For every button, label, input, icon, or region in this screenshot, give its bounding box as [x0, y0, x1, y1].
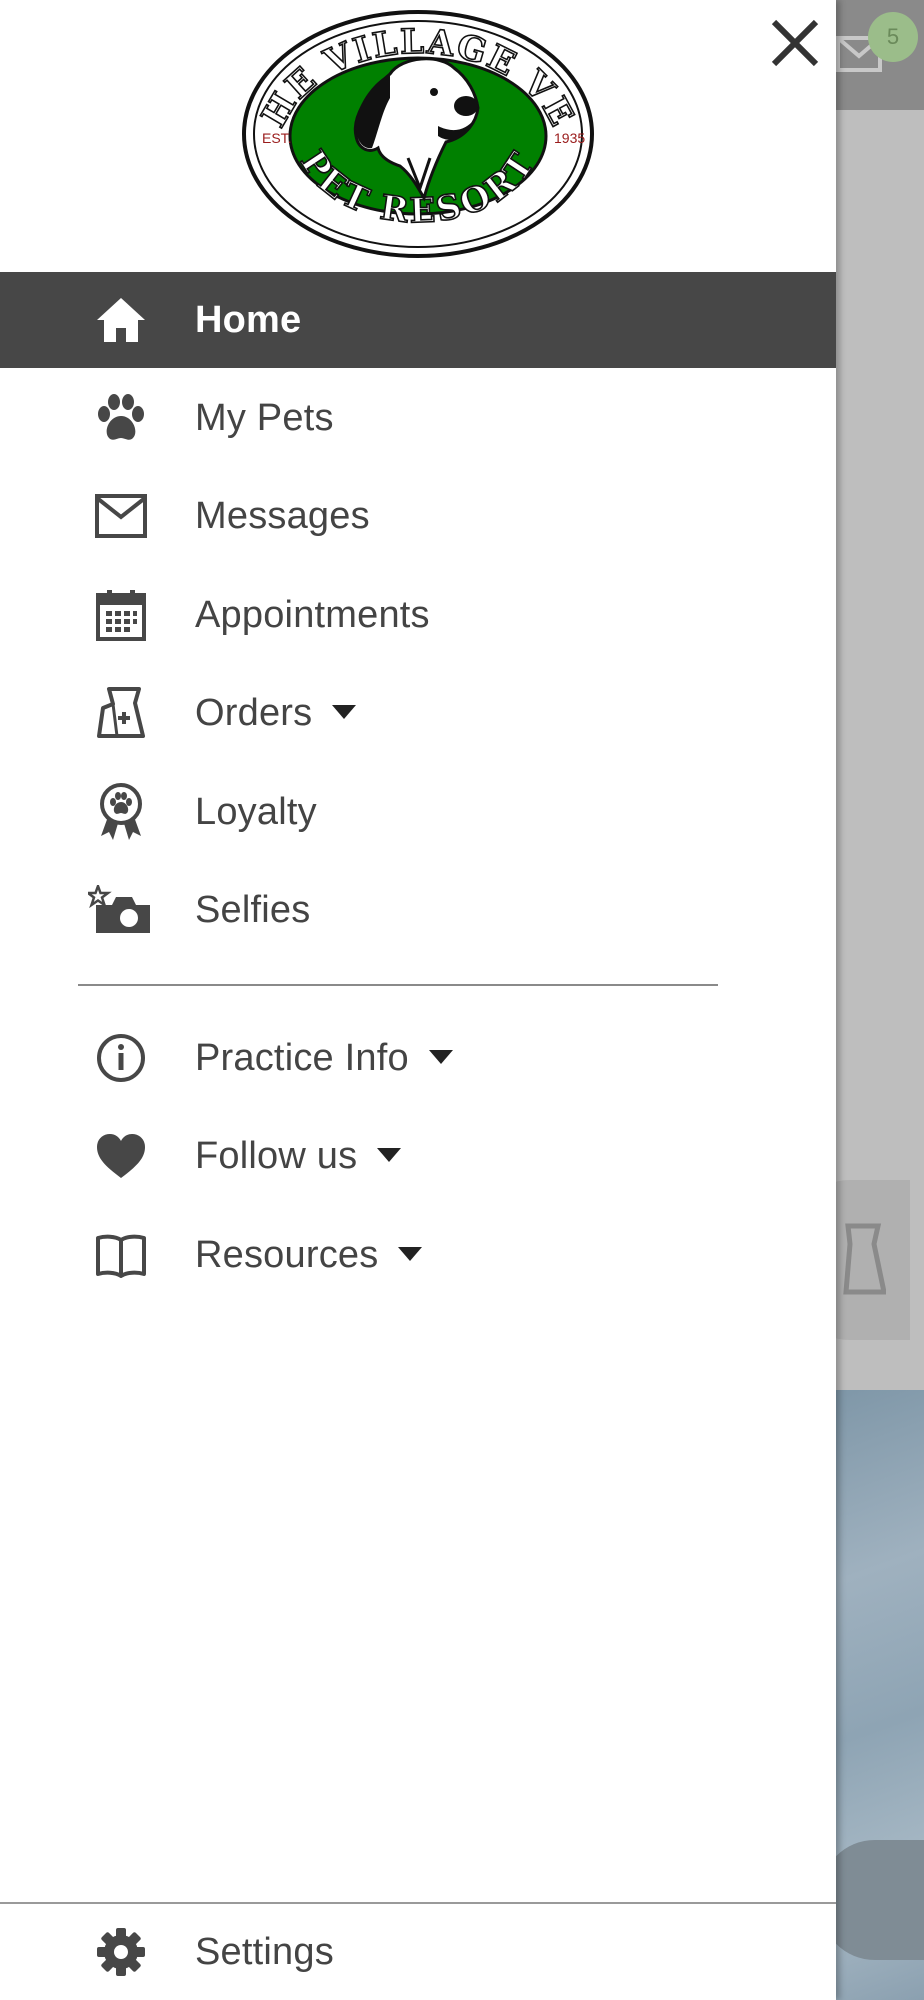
background-mail-badge: 5 — [868, 12, 918, 62]
envelope-icon — [92, 487, 150, 545]
menu-item-follow-us[interactable]: Follow us — [0, 1108, 836, 1204]
menu-item-label: Settings — [195, 1930, 334, 1973]
menu-item-label: Orders — [195, 692, 357, 735]
heart-icon — [92, 1127, 150, 1185]
menu-item-orders[interactable]: Orders — [0, 665, 836, 761]
menu-item-label: Selfies — [195, 888, 311, 931]
paw-icon — [92, 389, 150, 447]
menu-item-label: Home — [195, 298, 302, 341]
chevron-down-icon — [398, 1247, 423, 1262]
menu-item-resources[interactable]: Resources — [0, 1207, 836, 1303]
menu-item-label: Practice Info — [195, 1037, 453, 1080]
info-icon — [92, 1029, 150, 1087]
chevron-down-icon — [377, 1148, 402, 1163]
chevron-down-icon — [428, 1050, 453, 1065]
menu-item-settings[interactable]: Settings — [0, 1904, 836, 2000]
camera-star-icon — [86, 881, 156, 939]
menu-item-home[interactable]: Home — [0, 272, 836, 368]
menu-item-practice-info[interactable]: Practice Info — [0, 1010, 836, 1106]
menu-item-label: Follow us — [195, 1135, 402, 1178]
gear-icon — [92, 1923, 150, 1981]
award-ribbon-icon — [92, 783, 150, 841]
menu-item-loyalty[interactable]: Loyalty — [0, 764, 836, 860]
menu-divider — [78, 984, 718, 986]
menu-item-appointments[interactable]: Appointments — [0, 567, 836, 663]
calendar-icon — [92, 586, 150, 644]
menu-item-messages[interactable]: Messages — [0, 468, 836, 564]
navigation-drawer: THE VILLAGE VET PET RESORT EST. 1935 Hom… — [0, 0, 836, 2000]
logo-year: 1935 — [554, 130, 585, 146]
menu-item-label: Loyalty — [195, 790, 317, 833]
menu-item-label: My Pets — [195, 396, 334, 439]
menu-item-my-pets[interactable]: My Pets — [0, 370, 836, 466]
chevron-down-icon — [332, 705, 357, 720]
close-icon[interactable] — [766, 14, 824, 72]
menu-item-label: Appointments — [195, 593, 430, 636]
village-vet-logo: THE VILLAGE VET PET RESORT EST. 1935 — [240, 8, 594, 258]
menu-item-label: Resources — [195, 1234, 423, 1277]
menu-item-label: Messages — [195, 494, 370, 537]
food-bag-icon — [92, 684, 150, 742]
logo-est-label: EST. — [262, 130, 292, 146]
background-food-bag-icon — [843, 1223, 886, 1295]
home-icon — [92, 291, 150, 349]
book-icon — [92, 1226, 150, 1284]
menu-item-selfies[interactable]: Selfies — [0, 862, 836, 958]
